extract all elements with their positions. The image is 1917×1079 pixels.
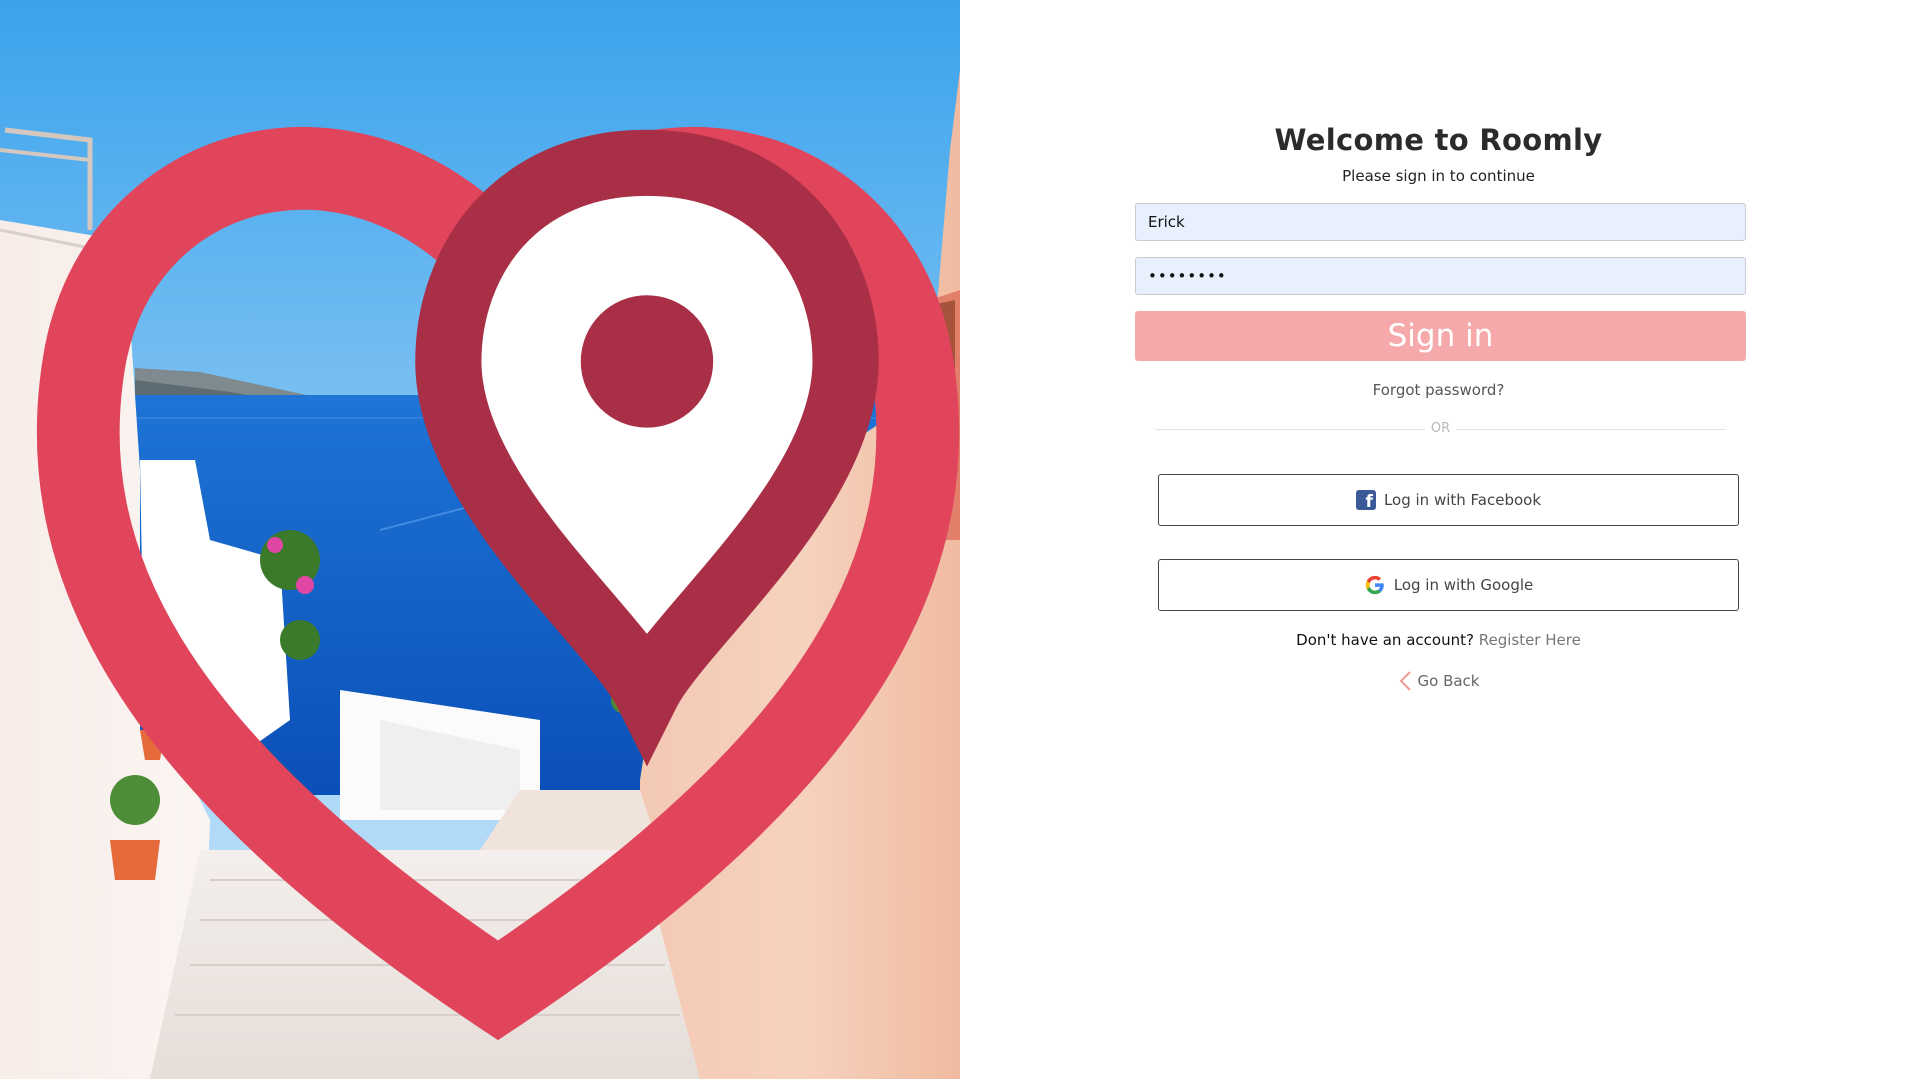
password-input[interactable]	[1135, 257, 1746, 295]
facebook-icon: f	[1355, 490, 1376, 512]
heart-pin-logo-icon[interactable]	[18, 4, 960, 1079]
go-back-label: Go Back	[1417, 672, 1480, 690]
google-login-label: Log in with Google	[1393, 576, 1534, 594]
hero-image	[0, 0, 960, 1079]
or-divider: OR	[1155, 421, 1726, 439]
page-title: Welcome to Roomly	[1274, 123, 1603, 157]
page-subtitle: Please sign in to continue	[1342, 167, 1535, 185]
facebook-login-label: Log in with Facebook	[1383, 491, 1542, 509]
go-back-link[interactable]: Go Back	[960, 670, 1917, 692]
register-link[interactable]: Register Here	[1479, 631, 1581, 649]
register-prompt: Don't have an account?	[1296, 631, 1474, 649]
chevron-left-icon	[1399, 671, 1411, 691]
divider-line-right	[1456, 429, 1726, 430]
username-input[interactable]	[1135, 203, 1746, 241]
login-panel: Welcome to Roomly Please sign in to cont…	[960, 0, 1917, 1079]
register-row: Don't have an account? Register Here	[960, 631, 1917, 649]
google-icon	[1365, 575, 1384, 595]
sign-in-button[interactable]: Sign in	[1135, 311, 1746, 361]
facebook-login-button[interactable]: f Log in with Facebook	[1158, 474, 1739, 526]
forgot-password-link[interactable]: Forgot password?	[960, 381, 1917, 399]
google-login-button[interactable]: Log in with Google	[1158, 559, 1739, 611]
